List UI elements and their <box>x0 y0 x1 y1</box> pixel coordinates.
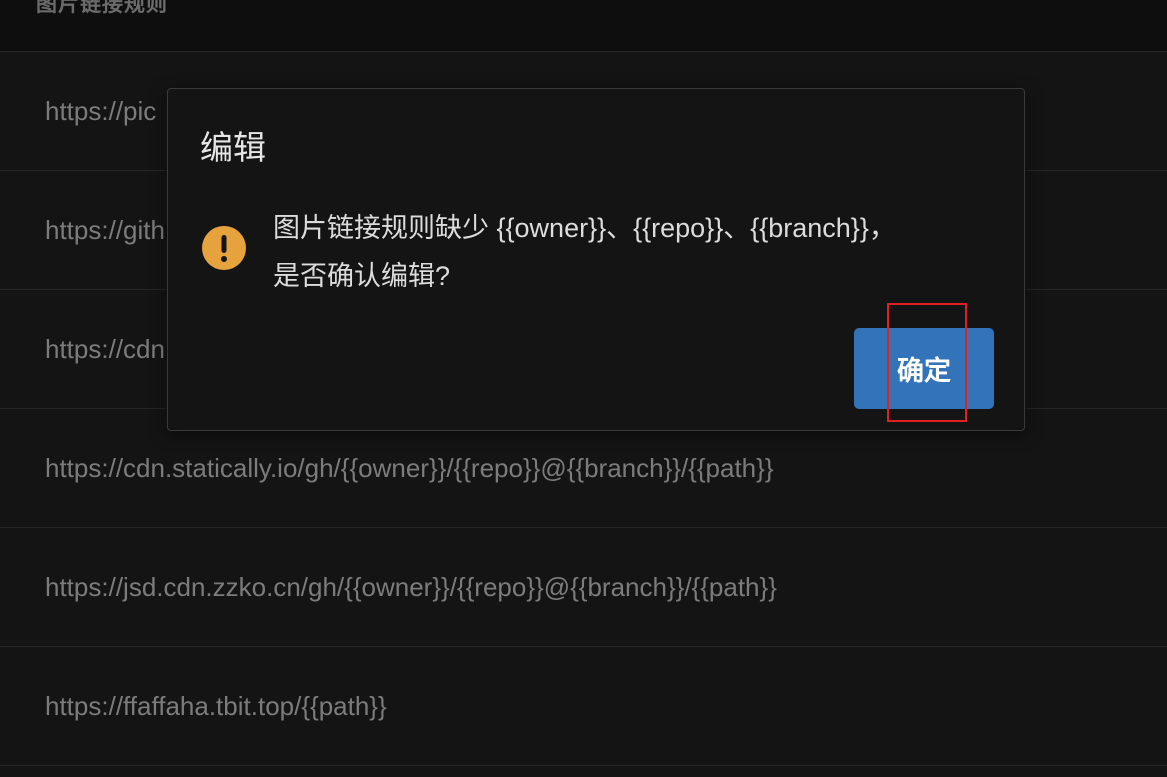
row-url: https://gith <box>45 215 165 245</box>
warning-icon <box>202 226 246 270</box>
confirm-dialog: 编辑 图片链接规则缺少 {{owner}}、{{repo}}、{{branch}… <box>167 88 1025 431</box>
row-url: https://cdn.statically.io/gh/{{owner}}/{… <box>45 453 774 483</box>
row-url: https://pic <box>45 96 157 126</box>
dialog-message-line-1: 图片链接规则缺少 {{owner}}、{{repo}}、{{branch}}， <box>273 213 896 243</box>
row-url: https://jsd.cdn.zzko.cn/gh/{{owner}}/{{r… <box>45 572 777 602</box>
row-url: https://ffaffaha.tbit.top/{{path}} <box>45 691 387 721</box>
table-row[interactable]: https://jsd.cdn.zzko.cn/gh/{{owner}}/{{r… <box>0 528 1167 647</box>
table-row[interactable]: https://ffaffaha.tbit.top/{{path}} <box>0 647 1167 766</box>
dialog-title: 编辑 <box>200 129 266 166</box>
dialog-message: 图片链接规则缺少 {{owner}}、{{repo}}、{{branch}}， … <box>273 204 973 300</box>
table-header-label: 图片链接规则 <box>36 0 168 16</box>
table-header: 图片链接规则 <box>0 0 1167 52</box>
confirm-button[interactable]: 确定 <box>854 328 994 409</box>
row-url: https://cdn <box>45 334 165 364</box>
page: 图片链接规则 https://pic https://gith https://… <box>0 0 1167 777</box>
dialog-message-line-2: 是否确认编辑? <box>273 261 451 291</box>
